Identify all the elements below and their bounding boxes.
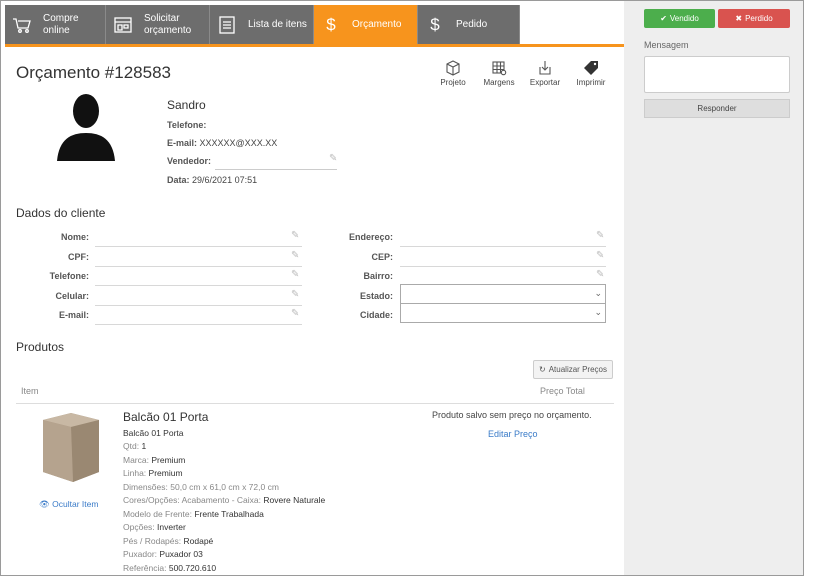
telefone-field[interactable]: Telefone: ✎ [5, 267, 305, 286]
tab-compre-online[interactable]: Compre online [5, 5, 106, 44]
puxador-attr: Puxador: Puxador 03 [123, 549, 203, 559]
tab-solicitar-orcamento[interactable]: Solicitar orçamento [106, 5, 210, 44]
celular-field[interactable]: Celular: ✎ [5, 287, 305, 306]
projeto-button[interactable]: Projeto [430, 60, 476, 87]
vendido-button[interactable]: ✔ Vendido [644, 9, 715, 28]
opcoes-attr: Opções: Inverter [123, 522, 186, 532]
marca-attr: Marca: Premium [123, 455, 186, 465]
pencil-icon[interactable]: ✎ [291, 230, 299, 241]
ocultar-item-link[interactable]: 👁 Ocultar Item [39, 499, 98, 510]
pencil-icon[interactable]: ✎ [291, 250, 299, 261]
product-name: Balcão 01 Porta [123, 410, 209, 424]
avatar-icon [57, 94, 115, 161]
produtos-title: Produtos [16, 340, 65, 354]
tab-label: Compre online [43, 12, 79, 36]
tab-lista-de-itens[interactable]: Lista de itens [210, 5, 314, 44]
eye-icon: 👁 [39, 499, 50, 509]
telefone-info: Telefone: [167, 120, 207, 130]
customer-name: Sandro [167, 98, 206, 112]
qtd-attr: Qtd: 1 [123, 441, 147, 451]
export-icon [539, 61, 551, 75]
tab-label: Pedido [456, 18, 488, 30]
close-icon: ✖ [735, 14, 743, 23]
pencil-icon[interactable]: ✎ [596, 269, 604, 280]
nome-field[interactable]: Nome: ✎ [5, 228, 305, 247]
imprimir-button[interactable]: Imprimir [568, 60, 614, 87]
tab-label: Solicitar orçamento [144, 12, 192, 36]
product-thumbnail [43, 413, 99, 482]
chevron-down-icon: ⌄ [594, 307, 602, 317]
mensagem-label: Mensagem [644, 40, 689, 50]
top-tabs: Compre online Solicitar orçamento Lista de… [5, 5, 624, 44]
atualizar-precos-button[interactable]: ↻ Atualizar Preços [533, 360, 613, 379]
vendedor-info: Vendedor: [167, 156, 212, 166]
list-icon [216, 14, 238, 36]
store-icon [112, 14, 134, 36]
pes-attr: Pés / Rodapés: Rodapé [123, 536, 214, 546]
email-info: E-mail: XXXXXX@XXX.XX [167, 138, 278, 148]
cores-attr: Cores/Opções: Acabamento - Caixa: Rovere… [123, 495, 326, 505]
cart-icon [11, 14, 33, 36]
dollar-icon: $ [326, 14, 336, 34]
vendedor-field[interactable] [215, 169, 337, 170]
cube-icon [446, 60, 460, 76]
page-title: Orçamento #128583 [16, 63, 171, 82]
referencia-attr: Referência: 500.720.610 [123, 563, 217, 573]
pencil-icon[interactable]: ✎ [291, 269, 299, 280]
refresh-icon: ↻ [539, 365, 546, 374]
cidade-select[interactable]: ⌄ [400, 303, 606, 323]
tab-pedido[interactable]: $ Pedido [418, 5, 520, 44]
pencil-icon[interactable]: ✎ [291, 289, 299, 300]
table-divider [16, 403, 614, 404]
linha-attr: Linha: Premium [123, 468, 183, 478]
grid-icon [492, 61, 507, 76]
app-frame: Compre online Solicitar orçamento Lista de… [0, 0, 804, 576]
product-subtitle: Balcão 01 Porta [123, 428, 184, 438]
tab-accent-bar [5, 44, 624, 47]
dimensoes-attr: Dimensões: 50,0 cm x 61,0 cm x 72,0 cm [123, 482, 279, 492]
main-panel: Compre online Solicitar orçamento Lista de… [5, 5, 624, 575]
toolbar: Projeto Margens Exportar Imprimir [430, 60, 614, 87]
pencil-icon[interactable]: ✎ [291, 308, 299, 319]
mensagem-input[interactable] [644, 56, 790, 93]
pencil-icon[interactable]: ✎ [596, 250, 604, 261]
pencil-icon[interactable]: ✎ [596, 230, 604, 241]
dados-cliente-title: Dados do cliente [16, 206, 106, 220]
tab-label: Lista de itens [248, 18, 307, 30]
tag-icon [584, 61, 598, 75]
tab-orcamento[interactable]: $ Orçamento [314, 5, 418, 44]
editar-preco-link[interactable]: Editar Preço [488, 429, 538, 439]
cpf-field[interactable]: CPF: ✎ [5, 248, 305, 267]
modelo-attr: Modelo de Frente: Frente Trabalhada [123, 509, 264, 519]
estado-select[interactable]: ⌄ [400, 284, 606, 304]
chevron-down-icon: ⌄ [594, 288, 602, 298]
col-item-header: Item [21, 386, 39, 396]
col-price-header: Preço Total [540, 386, 585, 396]
pencil-icon[interactable]: ✎ [329, 153, 337, 164]
tab-label: Orçamento [352, 18, 402, 30]
endereco-field[interactable]: Endereço: ✎ [305, 228, 610, 247]
check-icon: ✔ [660, 14, 667, 23]
perdido-button[interactable]: ✖ Perdido [718, 9, 790, 28]
data-info: Data: 29/6/2021 07:51 [167, 175, 258, 185]
cep-field[interactable]: CEP: ✎ [305, 248, 610, 267]
margens-button[interactable]: Margens [476, 60, 522, 87]
email-field[interactable]: E-mail: ✎ [5, 306, 305, 325]
exportar-button[interactable]: Exportar [522, 60, 568, 87]
dollar-icon: $ [430, 14, 440, 34]
responder-button[interactable]: Responder [644, 99, 790, 118]
price-message: Produto salvo sem preço no orçamento. [432, 410, 592, 420]
right-sidebar: ✔ Vendido ✖ Perdido Mensagem Responder [624, 1, 803, 575]
